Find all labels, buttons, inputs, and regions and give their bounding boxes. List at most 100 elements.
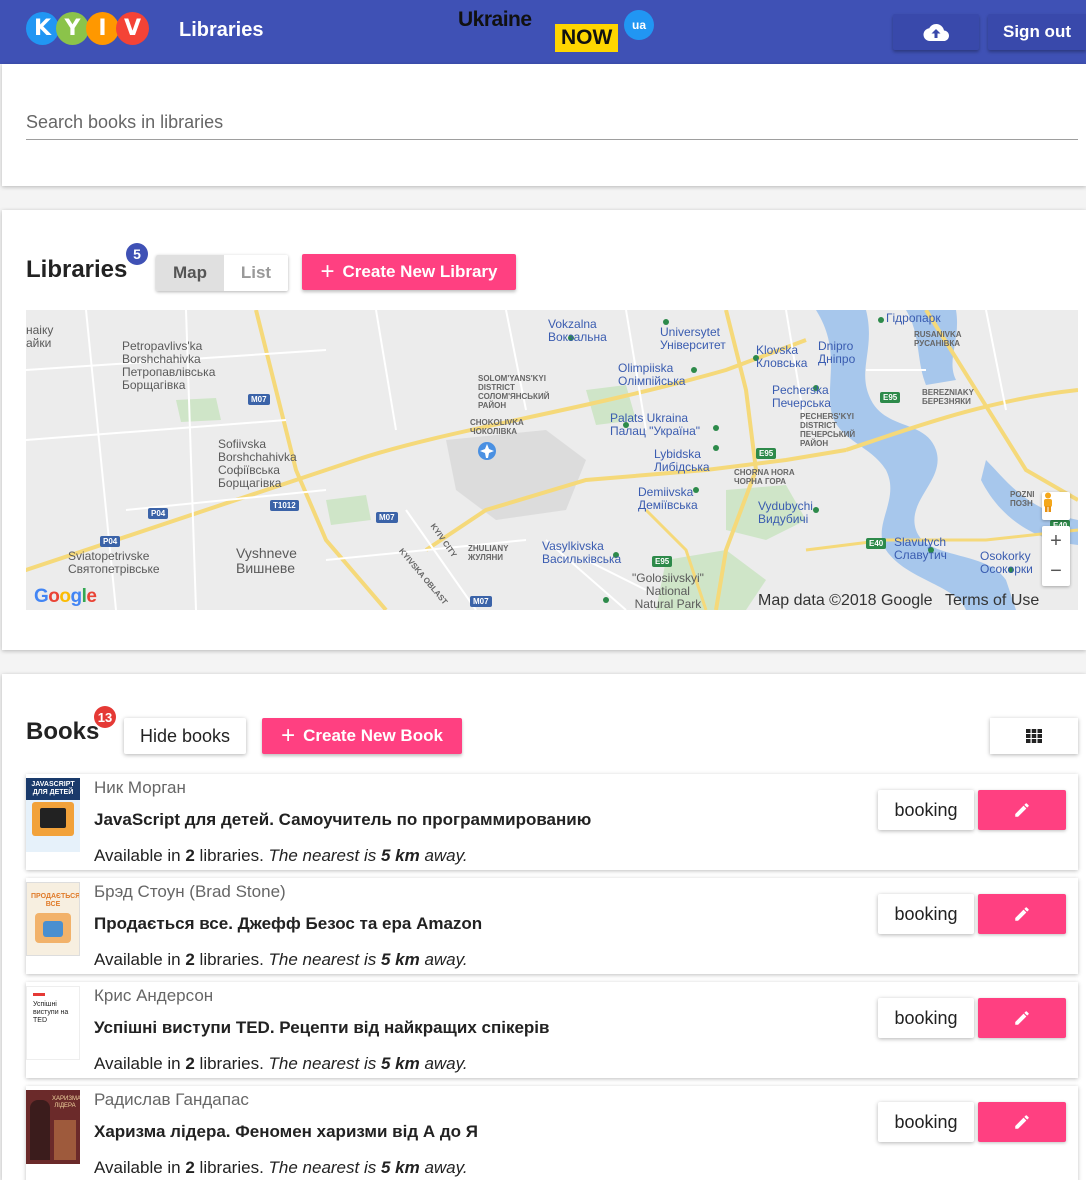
- ukraine-now-logo: Ukraine NOW ua: [458, 6, 658, 56]
- map-label: CHOKOLIVKA ЧОКОЛІВКА: [470, 418, 524, 436]
- map-label: CHORNA HORA ЧОРНА ГОРА: [734, 468, 795, 486]
- pencil-icon: [1015, 803, 1029, 817]
- map-label: Lybidska Либідська: [654, 447, 710, 474]
- edit-book-button[interactable]: [978, 998, 1066, 1038]
- create-library-button[interactable]: + Create New Library: [302, 254, 516, 290]
- booking-button[interactable]: booking: [878, 998, 974, 1038]
- search-card: [2, 64, 1086, 186]
- cloud-upload-icon: [923, 24, 949, 41]
- google-logo: Google: [34, 586, 97, 607]
- map-label: POZNI ПОЗН: [1010, 490, 1035, 508]
- grid-view-icon: [1026, 729, 1042, 743]
- map-label: Palats Ukraina Палац "Україна": [610, 411, 701, 438]
- edit-book-button[interactable]: [978, 1102, 1066, 1142]
- book-author: Ник Морган: [94, 778, 186, 797]
- map-data-text: Map data ©2018 Google: [758, 592, 933, 609]
- map-attribution: Map data ©2018 Google Terms of Use: [758, 592, 1039, 610]
- cover-text: JAVASCRIPT ДЛЯ ДЕТЕЙ: [26, 778, 80, 800]
- create-book-label: Create New Book: [303, 726, 443, 745]
- libraries-map[interactable]: наіку айки Petropavlivs'ka Borshchahivka Пе…: [26, 310, 1078, 610]
- view-map-button[interactable]: Map: [156, 255, 224, 291]
- grid-view-button[interactable]: [990, 718, 1078, 754]
- map-label: Petropavlivs'ka Borshchahivka Петропавлівс…: [122, 339, 216, 392]
- search-books-input[interactable]: [26, 106, 1078, 140]
- plus-icon: +: [281, 722, 296, 749]
- map-label: Vyshneve Вишневе: [236, 545, 297, 576]
- book-author: Брэд Стоун (Brad Stone): [94, 882, 286, 901]
- booking-button[interactable]: booking: [878, 894, 974, 934]
- terms-of-use-link[interactable]: Terms of Use: [945, 592, 1039, 609]
- zoom-control: + −: [1042, 526, 1070, 586]
- plus-icon: +: [320, 258, 335, 285]
- book-cover: ПРОДАЄТЬСЯ ВСЕ: [26, 882, 80, 956]
- book-author: Крис Андерсон: [94, 986, 214, 1005]
- cover-art: [43, 921, 63, 937]
- zoom-out-button[interactable]: −: [1042, 556, 1070, 586]
- road-badge: M07: [470, 596, 492, 607]
- edit-book-button[interactable]: [978, 790, 1066, 830]
- sign-out-button[interactable]: Sign out: [988, 14, 1086, 50]
- create-library-label: Create New Library: [342, 262, 498, 281]
- cover-art: [33, 993, 45, 996]
- road-badge: T1012: [270, 500, 299, 511]
- cover-art: [30, 1100, 50, 1160]
- book-title[interactable]: Продається все. Джефф Безос та ера Amazo…: [94, 914, 482, 934]
- logo-letter-v: V: [116, 12, 149, 45]
- book-item[interactable]: Успішні виступи на TED Крис Андерсон Усп…: [26, 982, 1078, 1078]
- book-availability: Available in 2 libraries. The nearest is…: [94, 1158, 468, 1177]
- booking-button[interactable]: booking: [878, 790, 974, 830]
- create-book-button[interactable]: + Create New Book: [262, 718, 462, 754]
- book-cover: ХАРИЗМА ЛІДЕРА: [26, 1090, 80, 1164]
- road-badge: M07: [248, 394, 270, 405]
- ukraine-now-ua: ua: [624, 10, 654, 40]
- road-badge: E95: [756, 448, 777, 459]
- pegman-figure: [1044, 492, 1052, 512]
- upload-button[interactable]: [893, 14, 979, 50]
- road-badge: E40: [866, 538, 887, 549]
- book-title[interactable]: JavaScript для детей. Самоучитель по про…: [94, 810, 591, 830]
- map-label: PECHERS'KYI DISTRICT ПЕЧЕРСЬКИЙ РАЙОН: [800, 412, 856, 448]
- logo-letter-k: K: [26, 12, 59, 45]
- book-title[interactable]: Успішні виступи TED. Рецепти від найкращ…: [94, 1018, 549, 1038]
- book-item[interactable]: JAVASCRIPT ДЛЯ ДЕТЕЙ Ник Морган JavaScri…: [26, 774, 1078, 870]
- map-label: Sviatopetrivske Святопетрівське: [68, 549, 160, 576]
- road-badge: M07: [376, 512, 398, 523]
- map-label: наіку айки: [26, 323, 54, 350]
- map-label: Pecherska Печерська: [772, 383, 831, 410]
- book-cover: JAVASCRIPT ДЛЯ ДЕТЕЙ: [26, 778, 80, 852]
- libraries-title: Libraries: [26, 256, 128, 283]
- hide-books-button[interactable]: Hide books: [124, 718, 246, 754]
- book-title[interactable]: Харизма лідера. Феномен харизми від А до…: [94, 1122, 478, 1142]
- view-list-button[interactable]: List: [224, 255, 288, 291]
- map-label: Vasylkivska Васильківська: [542, 539, 622, 566]
- book-item[interactable]: ХАРИЗМА ЛІДЕРА Радислав Гандапас Харизма…: [26, 1086, 1078, 1180]
- map-label: Vydubychi Видубичі: [758, 499, 813, 526]
- map-label: RUSANIVKA РУСАНІВКА: [914, 330, 962, 348]
- road-badge: P04: [148, 508, 169, 519]
- zoom-in-button[interactable]: +: [1042, 526, 1070, 556]
- airport-icon[interactable]: [478, 442, 496, 460]
- map-label: Olimpiiska Олімпійська: [618, 361, 686, 388]
- cover-art: [54, 1120, 76, 1160]
- libraries-count-badge: 5: [126, 243, 148, 265]
- booking-button[interactable]: booking: [878, 1102, 974, 1142]
- cover-text: ХАРИЗМА ЛІДЕРА: [52, 1096, 80, 1109]
- book-item[interactable]: ПРОДАЄТЬСЯ ВСЕ Брэд Стоун (Brad Stone) П…: [26, 878, 1078, 974]
- pegman-icon[interactable]: [1042, 492, 1070, 520]
- ukraine-now-now: NOW: [555, 24, 619, 52]
- map-label: BEREZNIAKY БЕРЕЗНЯКИ: [922, 388, 975, 406]
- book-availability: Available in 2 libraries. The nearest is…: [94, 1054, 468, 1073]
- book-availability: Available in 2 libraries. The nearest is…: [94, 950, 468, 969]
- logo-letter-i: I: [86, 12, 119, 45]
- road-badge: E95: [652, 556, 673, 567]
- map-label: ZHULIANY ЖУЛЯНИ: [468, 544, 509, 562]
- road-badge: P04: [100, 536, 121, 547]
- cover-text: ПРОДАЄТЬСЯ ВСЕ: [31, 893, 80, 908]
- map-label: Slavutych Славутич: [894, 535, 947, 562]
- kyiv-logo[interactable]: K Y I V: [26, 12, 149, 52]
- book-cover: Успішні виступи на TED: [26, 986, 80, 1060]
- logo-letter-y: Y: [56, 12, 89, 45]
- map-label: "Golosiivskyi" National Natural Park: [632, 571, 704, 611]
- edit-book-button[interactable]: [978, 894, 1066, 934]
- map-label: Гідропарк: [886, 311, 941, 325]
